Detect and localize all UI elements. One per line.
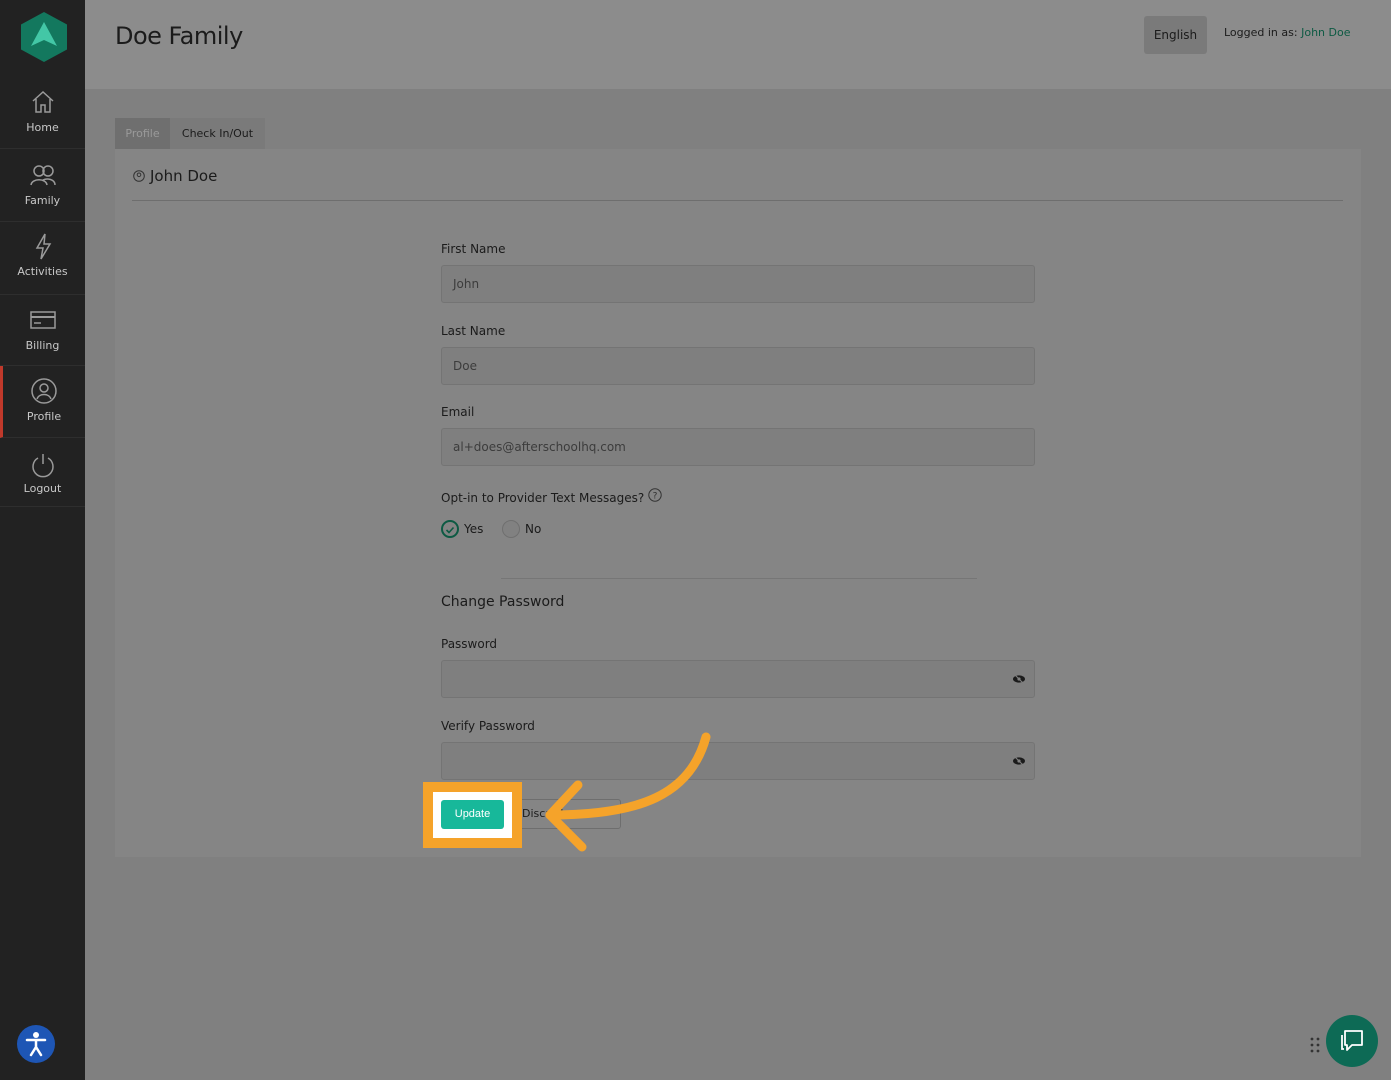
check-icon — [445, 526, 455, 534]
profile-name: John Doe — [150, 167, 218, 185]
email-label: Email — [441, 405, 475, 419]
person-icon — [133, 170, 145, 182]
family-icon — [29, 165, 56, 186]
logged-in-prefix: Logged in as: — [1224, 26, 1298, 39]
page-title: Doe Family — [115, 22, 243, 50]
accessibility-icon — [25, 1032, 47, 1057]
sidebar-item-home[interactable]: Home — [0, 76, 85, 149]
svg-text:?: ? — [653, 492, 658, 502]
drag-handle-icon[interactable] — [1309, 1036, 1321, 1054]
annotation-arrow-icon — [545, 732, 711, 852]
power-icon — [31, 454, 54, 478]
optin-no-label: No — [525, 522, 542, 536]
user-circle-icon — [31, 378, 57, 404]
optin-yes-label: Yes — [464, 522, 484, 536]
password-field[interactable] — [441, 660, 1035, 698]
top-header: Doe Family English Logged in as: John Do… — [85, 0, 1391, 89]
sidebar-item-profile[interactable]: Profile — [0, 366, 85, 438]
optin-label: Opt-in to Provider Text Messages? — [441, 491, 645, 505]
home-icon — [31, 90, 54, 113]
optin-yes-radio[interactable] — [441, 520, 459, 538]
sidebar-item-family[interactable]: Family — [0, 149, 85, 222]
chat-button[interactable] — [1326, 1015, 1378, 1067]
help-icon[interactable]: ? — [648, 488, 662, 502]
sidebar: Home Family Activities Billing Profile L… — [0, 0, 85, 1080]
sidebar-item-label: Activities — [17, 265, 68, 278]
first-name-field[interactable]: John — [441, 265, 1035, 303]
eye-slash-icon[interactable] — [1012, 755, 1026, 767]
sidebar-item-logout[interactable]: Logout — [0, 438, 85, 507]
sidebar-item-billing[interactable]: Billing — [0, 295, 85, 366]
tab-check-in-out[interactable]: Check In/Out — [170, 118, 265, 149]
eye-slash-icon[interactable] — [1012, 673, 1026, 685]
accessibility-button[interactable] — [17, 1025, 55, 1063]
change-password-title: Change Password — [441, 594, 565, 610]
password-label: Password — [441, 637, 498, 651]
optin-no-radio[interactable] — [502, 520, 520, 538]
logged-in-status: Logged in as: John Doe — [1224, 26, 1350, 39]
language-button[interactable]: English — [1144, 16, 1207, 54]
update-button[interactable]: Update — [441, 800, 504, 829]
lightning-icon — [35, 233, 51, 260]
sidebar-item-activities[interactable]: Activities — [0, 222, 85, 295]
profile-panel: John Doe First Name John Last Name Doe E… — [115, 149, 1361, 857]
logged-in-user-link[interactable]: John Doe — [1301, 26, 1350, 39]
profile-heading: John Doe — [133, 167, 217, 185]
credit-card-icon — [29, 311, 56, 329]
email-field[interactable]: al+does@afterschoolhq.com — [441, 428, 1035, 466]
tab-profile[interactable]: Profile — [115, 118, 170, 149]
verify-password-label: Verify Password — [441, 719, 535, 733]
sidebar-item-label: Logout — [23, 482, 62, 495]
first-name-label: First Name — [441, 242, 506, 256]
last-name-field[interactable]: Doe — [441, 347, 1035, 385]
section-divider — [501, 578, 977, 579]
sidebar-item-label: Family — [24, 194, 61, 207]
sidebar-item-label: Profile — [26, 410, 62, 423]
sidebar-item-label: Home — [26, 121, 59, 134]
chat-icon — [1341, 1030, 1363, 1051]
last-name-label: Last Name — [441, 324, 506, 338]
divider — [132, 200, 1343, 201]
app-logo[interactable] — [21, 12, 67, 62]
sidebar-item-label: Billing — [25, 339, 60, 352]
